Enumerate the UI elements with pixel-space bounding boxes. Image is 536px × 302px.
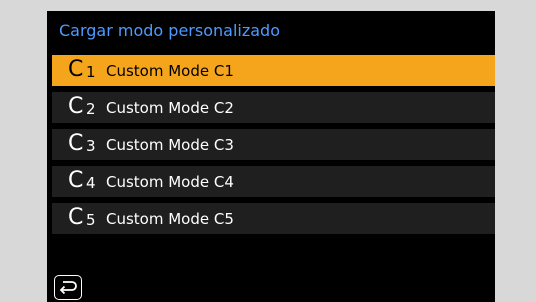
custom-mode-label: Custom Mode C3 (106, 135, 234, 154)
custom-mode-item-c5[interactable]: C 5 Custom Mode C5 (52, 203, 495, 234)
camera-menu-screen: Cargar modo personalizado C 1 Custom Mod… (47, 11, 495, 302)
custom-mode-list: C 1 Custom Mode C1 C 2 Custom Mode C2 C … (52, 55, 495, 240)
back-button[interactable] (54, 275, 82, 300)
custom-mode-label: Custom Mode C2 (106, 98, 234, 117)
return-arrow-icon (59, 281, 77, 295)
custom-mode-c1-icon: C 1 (68, 57, 96, 82)
custom-mode-label: Custom Mode C4 (106, 172, 234, 191)
custom-mode-c4-icon: C 4 (68, 168, 96, 193)
custom-mode-item-c4[interactable]: C 4 Custom Mode C4 (52, 166, 495, 197)
custom-mode-item-c2[interactable]: C 2 Custom Mode C2 (52, 92, 495, 123)
custom-mode-c5-icon: C 5 (68, 205, 96, 230)
custom-mode-item-c1[interactable]: C 1 Custom Mode C1 (52, 55, 495, 86)
custom-mode-label: Custom Mode C5 (106, 209, 234, 228)
custom-mode-c2-icon: C 2 (68, 94, 96, 119)
custom-mode-label: Custom Mode C1 (106, 61, 234, 80)
custom-mode-c3-icon: C 3 (68, 131, 96, 156)
menu-title: Cargar modo personalizado (59, 21, 280, 40)
custom-mode-item-c3[interactable]: C 3 Custom Mode C3 (52, 129, 495, 160)
